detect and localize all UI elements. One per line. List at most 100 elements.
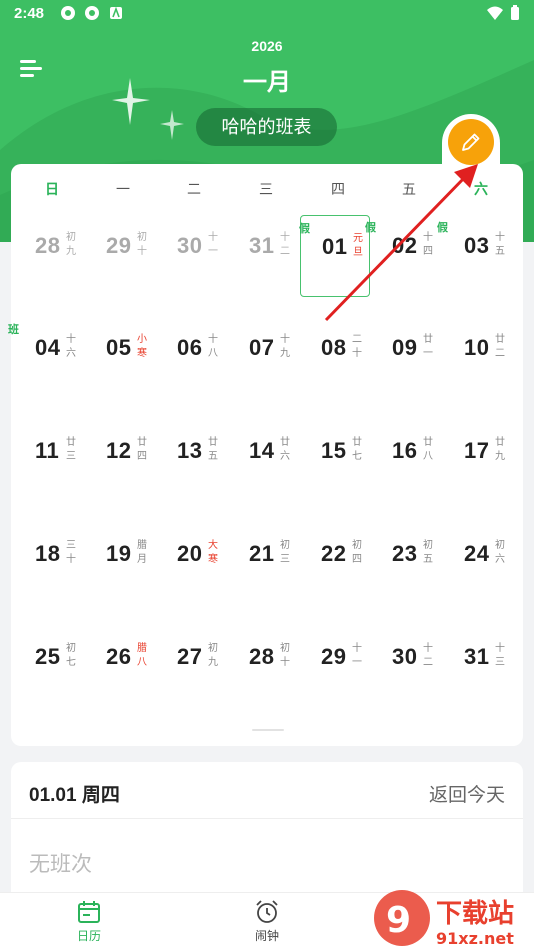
day-number: 18 xyxy=(35,541,61,566)
day-number: 06 xyxy=(177,335,203,360)
lunar-date: 十 五 xyxy=(495,232,505,257)
calendar-day[interactable]: 10 廿 二 xyxy=(443,317,513,399)
calendar-day[interactable]: 07 十 九 xyxy=(228,317,298,399)
year-label: 2026 xyxy=(251,38,283,54)
calendar-day[interactable]: 30 十 一 xyxy=(156,215,226,297)
day-number: 11 xyxy=(35,438,60,463)
day-number: 25 xyxy=(35,644,61,669)
roster-name-button[interactable]: 哈哈的班表 xyxy=(196,108,337,146)
calendar-day[interactable]: 28 初 九 xyxy=(14,215,84,297)
battery-icon xyxy=(510,5,520,25)
day-number: 20 xyxy=(177,541,203,566)
calendar-day[interactable]: 13 廿 五 xyxy=(156,420,226,502)
weekday-label: 日 xyxy=(45,181,59,197)
lunar-date: 十 一 xyxy=(352,643,362,668)
calendar-day[interactable]: 23 初 五 xyxy=(371,523,441,605)
lunar-date: 初 四 xyxy=(352,540,362,565)
calendar-day[interactable]: 17 廿 九 xyxy=(443,420,513,502)
lunar-date: 初 七 xyxy=(66,643,76,668)
day-number: 17 xyxy=(464,438,490,463)
drag-handle[interactable] xyxy=(252,729,284,731)
calendar-day[interactable]: 26 腊 八 xyxy=(85,626,155,708)
calendar-day[interactable]: 06 十 八 xyxy=(156,317,226,399)
day-number: 23 xyxy=(392,541,418,566)
day-number: 09 xyxy=(392,335,418,360)
lunar-date: 十 一 xyxy=(208,232,218,257)
lunar-date: 廿 二 xyxy=(495,334,505,359)
calendar-day-selected[interactable]: 01 元 旦 假 xyxy=(299,215,370,297)
calendar-day[interactable]: 08 二 十 xyxy=(300,317,370,399)
edit-roster-button[interactable] xyxy=(448,119,494,165)
calendar-day[interactable]: 12 廿 四 xyxy=(85,420,155,502)
calendar-day[interactable]: 27 初 九 xyxy=(156,626,226,708)
calendar-day[interactable]: 05 小 寒 xyxy=(85,317,155,399)
calendar-day[interactable]: 18 三 十 xyxy=(14,523,84,605)
calendar-day[interactable]: 21 初 三 xyxy=(228,523,298,605)
day-number: 29 xyxy=(321,644,347,669)
lunar-date: 廿 九 xyxy=(495,437,505,462)
day-number: 19 xyxy=(106,541,132,566)
weekday-label: 五 xyxy=(402,181,416,197)
day-number: 03 xyxy=(464,233,490,258)
pencil-icon xyxy=(462,133,480,151)
lunar-date: 十 八 xyxy=(208,334,218,359)
app-notification-icon xyxy=(60,5,76,21)
calendar-day[interactable]: 31 十 二 xyxy=(228,215,298,297)
calendar-day[interactable]: 02 十 四 假 xyxy=(365,215,441,297)
lunar-date: 大 寒 xyxy=(208,540,218,565)
calendar-day[interactable]: 11 廿 三 xyxy=(14,420,84,502)
calendar-day[interactable]: 29 初 十 xyxy=(85,215,155,297)
weekday-header: 日 一 二 三 四 五 六 xyxy=(11,179,523,197)
lunar-date: 初 九 xyxy=(208,643,218,668)
lunar-date: 廿 四 xyxy=(137,437,147,462)
lunar-date: 初 六 xyxy=(495,540,505,565)
day-number: 05 xyxy=(106,335,132,360)
lunar-date: 初 十 xyxy=(137,232,147,257)
back-today-button[interactable]: 返回今天 xyxy=(429,780,505,807)
selected-date: 01.01 周四 xyxy=(29,785,120,806)
nav-calendar-label: 日历 xyxy=(76,929,101,943)
calendar-day[interactable]: 14 廿 六 xyxy=(228,420,298,502)
day-number: 22 xyxy=(321,541,347,566)
status-bar: 2:48 xyxy=(0,0,534,28)
calendar-day[interactable]: 03 十 五 假 xyxy=(437,215,513,297)
calendar-day[interactable]: 28 初 十 xyxy=(228,626,298,708)
calendar-day[interactable]: 15 廿 七 xyxy=(300,420,370,502)
nav-calendar[interactable]: 日历 xyxy=(39,899,139,944)
day-number: 29 xyxy=(106,233,132,258)
month-title[interactable]: 一月 xyxy=(0,62,534,97)
calendar-day[interactable]: 30 十 二 xyxy=(371,626,441,708)
lunar-date: 初 十 xyxy=(280,643,290,668)
calendar-day[interactable]: 16 廿 八 xyxy=(371,420,441,502)
calendar-day[interactable]: 24 初 六 xyxy=(443,523,513,605)
weekday-label: 四 xyxy=(331,181,345,197)
calendar-day[interactable]: 04 十 六 班 xyxy=(8,317,84,399)
site-watermark-logo: 9 下载站 91xz.net xyxy=(372,886,534,950)
day-number: 28 xyxy=(249,644,275,669)
day-number: 24 xyxy=(464,541,490,566)
day-status-tag: 假 xyxy=(365,222,376,234)
lunar-date: 廿 三 xyxy=(66,437,76,462)
calendar-day[interactable]: 22 初 四 xyxy=(300,523,370,605)
weekday-label: 一 xyxy=(116,181,130,197)
lunar-date: 十 六 xyxy=(66,334,76,359)
divider xyxy=(11,818,523,819)
day-number: 10 xyxy=(464,335,490,360)
lunar-date: 十 九 xyxy=(280,334,290,359)
calendar-day[interactable]: 25 初 七 xyxy=(14,626,84,708)
calendar-day[interactable]: 31 十 三 xyxy=(443,626,513,708)
lunar-date: 初 九 xyxy=(66,232,76,257)
calendar-day[interactable]: 29 十 一 xyxy=(300,626,370,708)
calendar-card: 日 一 二 三 四 五 六 28 初 九 29 初 十 30 十 一 31 十 二 01 元 旦假… xyxy=(8,164,523,746)
calendar-day[interactable]: 09 廿 一 xyxy=(371,317,441,399)
text-notification-icon xyxy=(108,5,124,21)
calendar-day[interactable]: 20 大 寒 xyxy=(156,523,226,605)
nav-alarm-label: 闹钟 xyxy=(254,929,279,943)
calendar-icon xyxy=(78,901,100,923)
lunar-date: 二 十 xyxy=(352,334,362,359)
day-number: 02 xyxy=(392,233,418,258)
nav-alarm[interactable]: 闹钟 xyxy=(217,899,317,944)
calendar-day[interactable]: 19 腊 月 xyxy=(85,523,155,605)
day-number: 08 xyxy=(321,335,347,360)
lunar-date: 十 三 xyxy=(495,643,505,668)
